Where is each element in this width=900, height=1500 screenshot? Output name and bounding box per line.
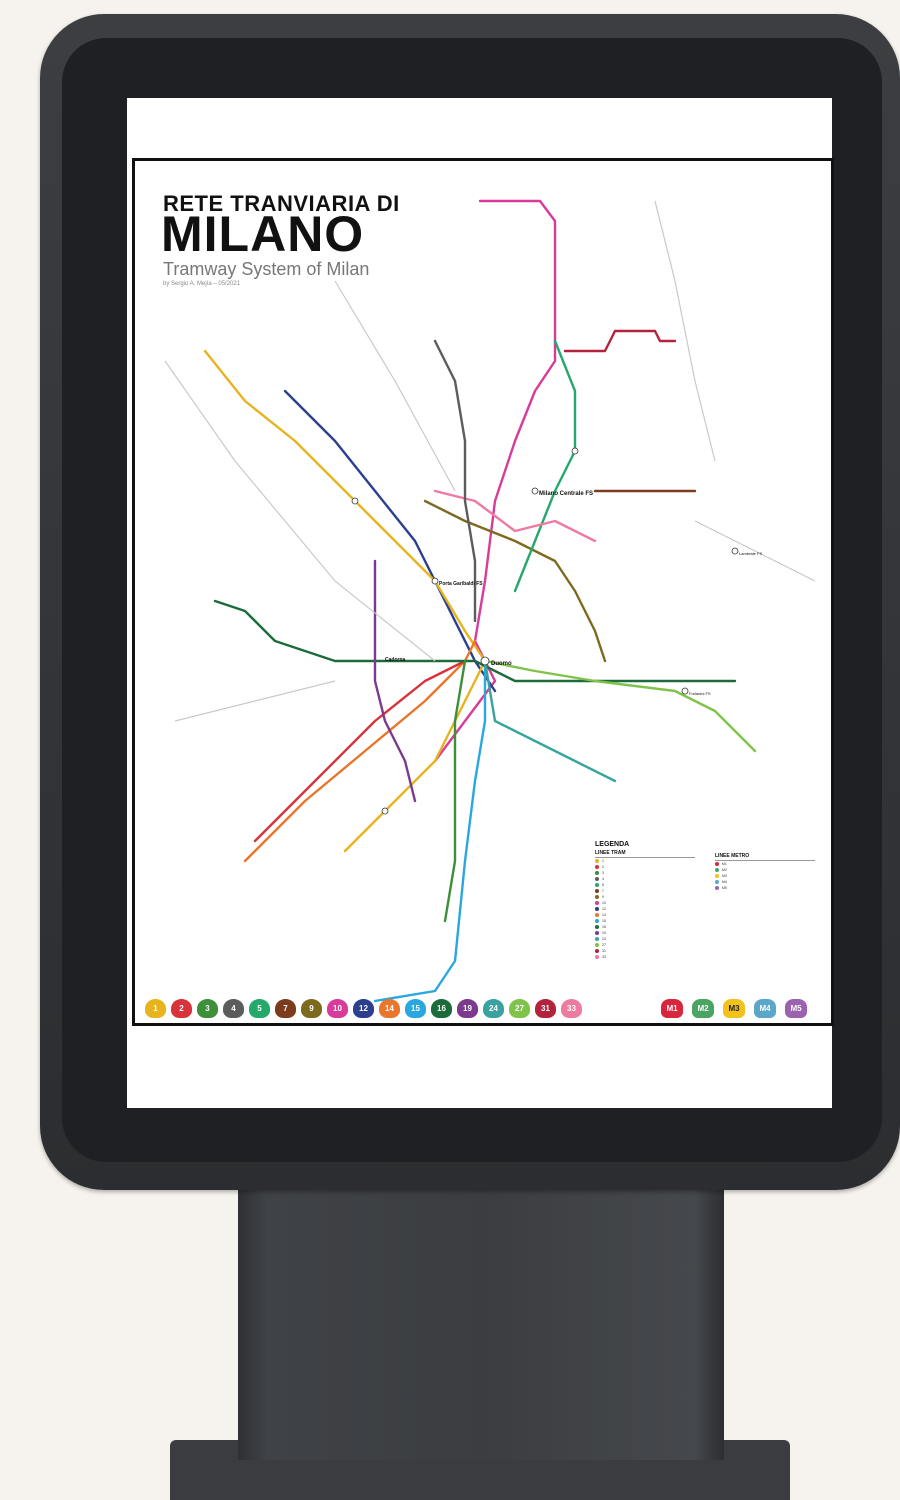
legend-line-dot — [595, 871, 599, 875]
line-badge-4: 4 — [223, 999, 244, 1018]
metro-badge-M2: M2 — [692, 999, 714, 1018]
tram-map: RETE TRANVIARIA DI MILANO Tramway System… — [132, 158, 834, 1026]
line-24 — [483, 659, 617, 783]
legend-metro-dot — [715, 874, 719, 878]
legend-line-label: 14 — [602, 913, 606, 917]
line-33 — [433, 489, 597, 543]
legend-line-label: 2 — [602, 865, 604, 869]
legend-line-label: 5 — [602, 883, 604, 887]
legend-tram-heading: LINEE TRAM — [595, 850, 695, 858]
stand-post — [238, 1150, 724, 1460]
line-badge-19: 19 — [457, 999, 478, 1018]
legend-tram-column: LEGENDA LINEE TRAM 1 2 3 4 5 7 9 10 12 14 15 16 19 24… — [595, 841, 695, 960]
line-1 — [203, 349, 487, 853]
legend-line-label: 16 — [602, 925, 606, 929]
line-badge-31: 31 — [535, 999, 556, 1018]
legend-metro-dot — [715, 862, 719, 866]
legend-metro-row: M5 — [715, 885, 815, 891]
line-badge-2: 2 — [171, 999, 192, 1018]
legend-line-label: 9 — [602, 895, 604, 899]
station-lambrate: Lambrate FS — [739, 551, 762, 556]
line-badge-27: 27 — [509, 999, 530, 1018]
station-forlanini: Forlanini FS — [689, 691, 711, 696]
legend-line-dot — [595, 919, 599, 923]
legend-line-label: 15 — [602, 919, 606, 923]
legend-tram-row: 33 — [595, 954, 695, 960]
station-duomo: Duomo — [491, 661, 512, 667]
legend-line-label: 4 — [602, 877, 604, 881]
line-15 — [373, 659, 487, 1003]
legend-metro-label: M5 — [722, 886, 727, 890]
metro-badge-M1: M1 — [661, 999, 683, 1018]
line-badge-16: 16 — [431, 999, 452, 1018]
line-badge-14: 14 — [379, 999, 400, 1018]
legend-line-dot — [595, 877, 599, 881]
legend-line-dot — [595, 859, 599, 863]
legend-line-dot — [595, 943, 599, 947]
station-central: Milano Centrale FS — [539, 491, 593, 497]
legend-line-dot — [595, 955, 599, 959]
line-4 — [433, 339, 477, 623]
line-badge-7: 7 — [275, 999, 296, 1018]
metro-badge-M3: M3 — [723, 999, 745, 1018]
legend-line-dot — [595, 901, 599, 905]
legend-metro-heading: LINEE METRO — [715, 853, 815, 861]
legend-metro-dot — [715, 880, 719, 884]
legend-metro-dot — [715, 886, 719, 890]
legend-metro-label: M2 — [722, 868, 727, 872]
legend-line-dot — [595, 907, 599, 911]
legend-line-dot — [595, 949, 599, 953]
legend-metro-column: LINEE METRO M1 M2 M3 M4 M5 — [715, 851, 815, 891]
line-badge-9: 9 — [301, 999, 322, 1018]
line-badge-10: 10 — [327, 999, 348, 1018]
legend-line-label: 12 — [602, 907, 606, 911]
legend-line-dot — [595, 925, 599, 929]
line-19 — [373, 559, 417, 803]
line-badge-15: 15 — [405, 999, 426, 1018]
legend-line-dot — [595, 937, 599, 941]
legend-title: LEGENDA — [595, 841, 630, 848]
legend-metro-label: M1 — [722, 862, 727, 866]
legend-line-label: 31 — [602, 949, 606, 953]
legend-line-label: 33 — [602, 955, 606, 959]
legend-metro-label: M3 — [722, 874, 727, 878]
line-31 — [563, 329, 677, 353]
legend-line-label: 1 — [602, 859, 604, 863]
legend-line-label: 3 — [602, 871, 604, 875]
line-badge-24: 24 — [483, 999, 504, 1018]
station-garibaldi: Porta Garibaldi FS — [439, 581, 483, 587]
legend-line-label: 7 — [602, 889, 604, 893]
legend-metro-rows: M1 M2 M3 M4 M5 — [715, 861, 815, 891]
metro-badge-M5: M5 — [785, 999, 807, 1018]
legend-line-dot — [595, 931, 599, 935]
legend-line-label: 27 — [602, 943, 606, 947]
legend-metro-label: M4 — [722, 880, 727, 884]
line-badge-1: 1 — [145, 999, 166, 1018]
legend-line-label: 19 — [602, 931, 606, 935]
legend-tram-rows: 1 2 3 4 5 7 9 10 12 14 15 16 19 24 27 31 33 — [595, 858, 695, 960]
legend-line-label: 24 — [602, 937, 606, 941]
line-badge-3: 3 — [197, 999, 218, 1018]
tram-network: Duomo Milano Centrale FS Porta Garibaldi… — [164, 199, 816, 1003]
line-badge-33: 33 — [561, 999, 582, 1018]
legend-line-dot — [595, 883, 599, 887]
legend-line-dot — [595, 865, 599, 869]
line-badge-12: 12 — [353, 999, 374, 1018]
line-badge-5: 5 — [249, 999, 270, 1018]
legend-line-label: 10 — [602, 901, 606, 905]
station-cadorna: Cadorna — [385, 657, 406, 663]
legend-line-dot — [595, 895, 599, 899]
legend-line-dot — [595, 889, 599, 893]
legend-metro-dot — [715, 868, 719, 872]
line-10 — [433, 199, 557, 763]
line-5 — [513, 339, 577, 593]
legend-line-dot — [595, 913, 599, 917]
metro-badge-M4: M4 — [754, 999, 776, 1018]
line-badges: 1 2 3 4 5 7 9 10 12 14 15 16 19 24 27 31 33 M1 M2 M3 M4 M5 — [145, 999, 821, 1019]
line-2 — [253, 659, 467, 843]
